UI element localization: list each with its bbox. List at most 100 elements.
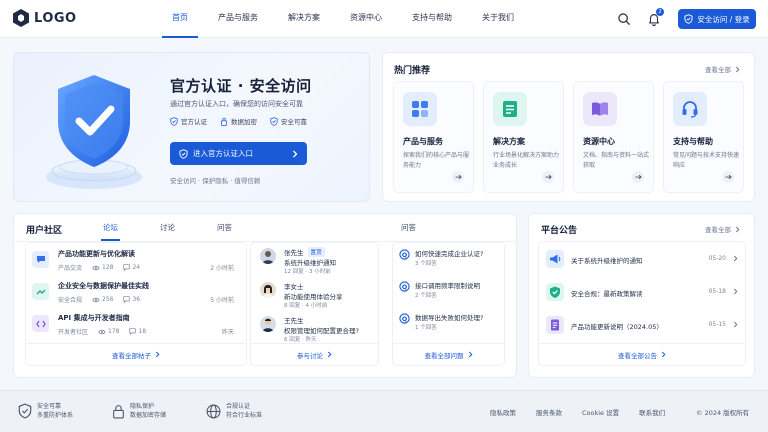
- hot-card-desc: 常见问题与技术支持快速响应: [673, 152, 740, 169]
- views-count: 256: [92, 296, 113, 303]
- platform-announcements: 平台公告 查看全部 关于系统升级维护的通知 05-20 安全合规：最新政策解读 …: [528, 213, 755, 378]
- tab-discussion[interactable]: 讨论: [158, 214, 177, 241]
- chevron-right-icon: [468, 351, 472, 358]
- hot-card-resources[interactable]: 资源中心 文档、指南与资料一站式获取: [573, 81, 654, 193]
- arrow-right-icon: [452, 171, 464, 183]
- headset-icon: [673, 92, 707, 126]
- avatar: [260, 282, 276, 298]
- hot-card-name: 产品与服务: [403, 137, 443, 146]
- discussion-item[interactable]: 张先生 置顶 系统升级维护通知 12 回复 · 3 小时前: [260, 247, 370, 281]
- forum-post[interactable]: API 集成与开发者指南 开发者社区 178 18 昨天: [32, 313, 234, 343]
- trend-icon: [32, 283, 49, 300]
- announcement-date: 05-18: [708, 288, 726, 295]
- forum-post[interactable]: 企业安全与数据保护最佳实践 安全合规 256 36 5 小时前: [32, 281, 234, 311]
- nav-item-products[interactable]: 产品与服务: [208, 0, 268, 38]
- hero-features: 官方认证 数据加密 安全可靠: [170, 116, 307, 126]
- hot-view-all-link[interactable]: 查看全部: [705, 64, 740, 74]
- footer-link-privacy[interactable]: 隐私政策: [490, 407, 516, 417]
- view-all-label: 查看全部: [705, 66, 731, 74]
- question-item[interactable]: Q 如何快速完成企业认证? 3 个回答: [399, 248, 509, 278]
- announce-view-all-link[interactable]: 查看全部: [705, 224, 740, 234]
- hot-card-products[interactable]: 产品与服务 探索我们的核心产品与服务能力: [393, 81, 474, 193]
- logo[interactable]: LOGO: [13, 9, 77, 27]
- post-meta: 安全合规 256 36: [58, 295, 150, 304]
- post-time: 5 小时前: [210, 297, 234, 304]
- author-name: 张先生: [284, 249, 304, 257]
- feature-label: 安全可靠: [281, 118, 307, 126]
- svg-text:Q: Q: [402, 283, 408, 291]
- nav-item-about[interactable]: 关于我们: [472, 0, 524, 38]
- forum-post[interactable]: 产品功能更新与优化解读 产品交流 128 24 2 小时前: [32, 249, 234, 279]
- views-count: 128: [92, 264, 113, 271]
- arrow-right-icon: [542, 171, 554, 183]
- tab-forum[interactable]: 论坛: [101, 214, 120, 241]
- view-all-questions-link[interactable]: 查看全部问题: [393, 343, 504, 365]
- chevron-right-icon: [735, 226, 740, 232]
- post-category: 开发者社区: [58, 329, 89, 336]
- announcement-date: 05-20: [708, 255, 726, 262]
- footer-label: 参与讨论: [297, 351, 323, 360]
- hot-card-name: 解决方案: [493, 137, 525, 146]
- hot-card-name: 支持与帮助: [673, 137, 713, 146]
- official-entry-button[interactable]: 进入官方认证入口: [170, 142, 307, 165]
- nav-item-solutions[interactable]: 解决方案: [278, 0, 330, 38]
- arrow-right-icon: [632, 171, 644, 183]
- announcement-text: 安全合规：最新政策解读: [571, 290, 643, 298]
- qa-column-heading: 问答: [401, 223, 416, 232]
- tab-qa[interactable]: 问答: [215, 214, 234, 241]
- eye-icon: [92, 297, 100, 302]
- feature-reliable: 安全可靠: [270, 116, 307, 126]
- search-icon[interactable]: [617, 12, 631, 26]
- discussion-author: 王先生: [284, 315, 304, 325]
- post-time: 2 小时前: [210, 265, 234, 272]
- join-discussion-link[interactable]: 参与讨论: [251, 343, 378, 365]
- feature-encryption: 数据加密: [220, 116, 257, 126]
- question-icon: Q: [399, 249, 410, 260]
- question-item[interactable]: Q 接口调用频率限制说明 2 个回答: [399, 280, 509, 310]
- hot-card-support[interactable]: 支持与帮助 常见问题与技术支持快速响应: [663, 81, 744, 193]
- discussion-meta: 8 回复 · 4 小时前: [284, 303, 328, 309]
- login-button[interactable]: 安全访问 / 登录: [678, 9, 756, 29]
- hero-note: 安全访问 · 保护隐私 · 值得信赖: [170, 177, 261, 185]
- feature-label: 数据加密: [231, 118, 257, 126]
- footer-link-terms[interactable]: 服务条款: [536, 407, 562, 417]
- discussion-item[interactable]: 李女士 新功能使用体验分享 8 回复 · 4 小时前: [260, 281, 370, 315]
- logo-mark-icon: [13, 9, 29, 27]
- discussion-meta: 12 回复 · 3 小时前: [284, 269, 331, 275]
- eye-icon: [98, 329, 106, 334]
- feature-certified: 官方认证: [170, 116, 207, 126]
- hot-card-solutions[interactable]: 解决方案 行业场景化解决方案助力业务成长: [483, 81, 564, 193]
- footer-link-cookie[interactable]: Cookie 设置: [582, 407, 619, 417]
- footer-feature-title: 安全可靠: [37, 403, 62, 410]
- footer-feature-desc: 符合行业标准: [226, 412, 263, 419]
- view-all-posts-link[interactable]: 查看全部帖子: [26, 343, 246, 365]
- footer-feature-desc: 数据加密存储: [130, 412, 167, 419]
- footer-link-contact[interactable]: 联系我们: [639, 407, 665, 417]
- author-name: 李女士: [284, 283, 304, 291]
- footer-feature-desc: 多重防护体系: [37, 412, 74, 419]
- announcement-item[interactable]: 安全合规：最新政策解读 05-18: [546, 281, 740, 305]
- announce-title: 平台公告: [541, 226, 578, 236]
- discussion-meta: 6 回复 · 昨天: [284, 337, 317, 343]
- nav-item-resources[interactable]: 资源中心: [340, 0, 392, 38]
- chevron-right-icon: [327, 351, 332, 358]
- view-all-announcements-link[interactable]: 查看全部公告: [539, 343, 745, 365]
- comment-icon: [123, 264, 131, 271]
- chevron-right-icon: [733, 255, 738, 262]
- nav-item-home[interactable]: 首页: [162, 0, 198, 38]
- official-entry-label: 进入官方认证入口: [193, 149, 253, 158]
- comment-icon: [123, 296, 131, 303]
- announcement-item[interactable]: 产品功能更新说明（2024.05） 05-15: [546, 314, 740, 338]
- announcement-item[interactable]: 关于系统升级维护的通知 05-20: [546, 248, 740, 272]
- main-nav: 首页 产品与服务 解决方案 资源中心 支持与帮助 关于我们: [162, 0, 534, 38]
- hot-card-name: 资源中心: [583, 137, 615, 146]
- comments-value: 36: [132, 296, 141, 303]
- question-item[interactable]: Q 数据导出失败如何处理? 1 个回答: [399, 312, 509, 342]
- nav-item-support[interactable]: 支持与帮助: [402, 0, 462, 38]
- hot-recommendations: 热门推荐 查看全部 产品与服务 探索我们的核心产品与服务能力 解决方案 行业场景…: [382, 52, 755, 202]
- chevron-right-icon: [733, 288, 738, 295]
- announcement-date: 05-15: [708, 321, 726, 328]
- announcement-list: 关于系统升级维护的通知 05-20 安全合规：最新政策解读 05-18 产品功能…: [538, 241, 746, 366]
- post-meta: 开发者社区 178 18: [58, 327, 156, 336]
- discussion-text: 新功能使用体验分享: [284, 293, 343, 301]
